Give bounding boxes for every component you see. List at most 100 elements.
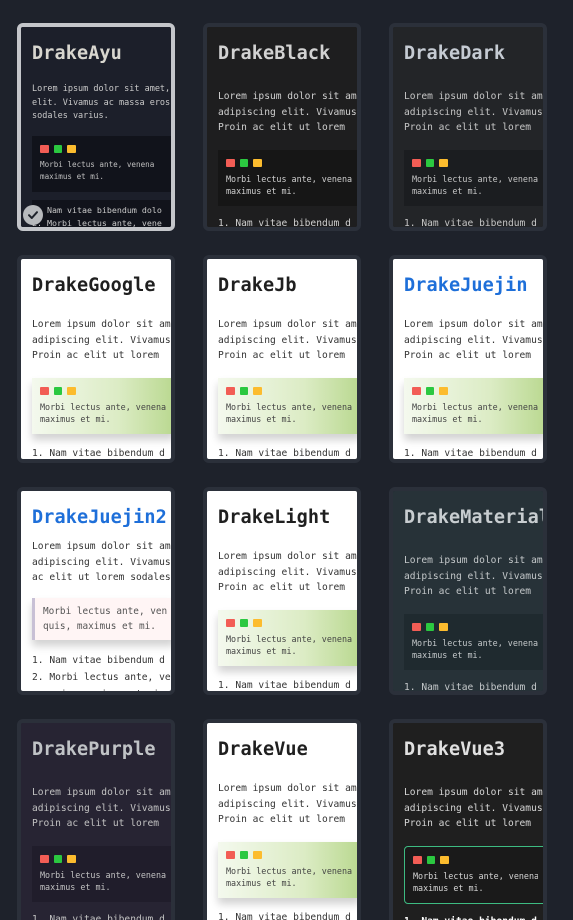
preview-paragraph: Lorem ipsum dolor sit amet, elit. Vivamu… — [32, 84, 171, 121]
theme-card-drakedark[interactable]: DrakeDark Lorem ipsum dolor sit amet, ad… — [389, 23, 547, 231]
preview-code-text: Morbi lectus ante, venena maximus et mi. — [412, 638, 539, 660]
theme-title: DrakeJuejin2 — [32, 507, 167, 528]
preview-code-block: Morbi lectus ante, venena maximus et mi. — [218, 149, 357, 206]
theme-preview: DrakeLight Lorem ipsum dolor sit amet, a… — [207, 491, 357, 691]
window-dots — [226, 158, 353, 167]
red-dot-icon — [40, 386, 49, 395]
yellow-dot-icon — [253, 386, 262, 395]
preview-list: 1. Nam vitae bibendum dolo 2. Morbi lect… — [32, 200, 171, 227]
preview-code-text: Morbi lectus ante, venena maximus et mi. — [226, 634, 353, 656]
theme-preview: DrakeGoogle Lorem ipsum dolor sit amet, … — [21, 259, 171, 459]
red-dot-icon — [226, 850, 235, 859]
theme-preview: DrakeJuejin Lorem ipsum dolor sit amet, … — [393, 259, 543, 459]
red-dot-icon — [226, 618, 235, 627]
preview-list: 1. Nam vitae bibendum d — [218, 912, 351, 920]
yellow-dot-icon — [439, 622, 448, 631]
preview-code-text: Morbi lectus ante, venena maximus et mi. — [412, 174, 539, 196]
green-dot-icon — [425, 158, 434, 167]
window-dots — [412, 158, 539, 167]
theme-card-drakejuejin2[interactable]: DrakeJuejin2 Lorem ipsum dolor sit am ad… — [17, 487, 175, 695]
preview-code-block: Morbi lectus ante, venena maximus et mi. — [404, 613, 543, 670]
theme-title: DrakeAyu — [32, 43, 122, 64]
preview-list: 1. Nam vitae bibendum d 2. Morbi lectus … — [32, 654, 171, 692]
yellow-dot-icon — [67, 144, 76, 153]
preview-code-block: Morbi lectus ante, venena maximus et mi. — [404, 845, 543, 904]
theme-card-drakeayu[interactable]: DrakeAyu Lorem ipsum dolor sit amet, eli… — [17, 23, 175, 231]
yellow-dot-icon — [440, 855, 449, 864]
preview-paragraph: Lorem ipsum dolor sit amet, adipiscing e… — [218, 551, 357, 593]
window-dots — [413, 855, 538, 864]
window-dots — [226, 618, 353, 627]
preview-code-block: Morbi lectus ante, venena maximus et mi. — [32, 377, 171, 434]
red-dot-icon — [226, 386, 235, 395]
theme-title: DrakePurple — [32, 739, 156, 760]
preview-list: 1. Nam vitae bibendum d — [32, 914, 165, 920]
green-dot-icon — [53, 144, 62, 153]
preview-list: 1. Nam vitae bibendum d — [218, 680, 351, 691]
preview-code-block: Morbi lectus ante, venena maximus et mi. — [404, 149, 543, 206]
yellow-dot-icon — [439, 158, 448, 167]
red-dot-icon — [413, 855, 422, 864]
theme-card-drakevue[interactable]: DrakeVue Lorem ipsum dolor sit amet, adi… — [203, 719, 361, 920]
theme-card-drakelight[interactable]: DrakeLight Lorem ipsum dolor sit amet, a… — [203, 487, 361, 695]
check-circle-icon — [23, 205, 43, 225]
preview-paragraph: Lorem ipsum dolor sit amet, adipiscing e… — [218, 783, 357, 825]
theme-title: DrakeGoogle — [32, 275, 156, 296]
preview-paragraph: Lorem ipsum dolor sit amet, adipiscing e… — [218, 91, 357, 133]
preview-code-block: Morbi lectus ante, venena maximus et mi. — [32, 845, 171, 902]
window-dots — [226, 850, 353, 859]
theme-preview: DrakeJb Lorem ipsum dolor sit amet, adip… — [207, 259, 357, 459]
yellow-dot-icon — [67, 854, 76, 863]
theme-preview: DrakeMaterial Lorem ipsum dolor sit amet… — [393, 491, 543, 691]
preview-code-text: Morbi lectus ante, venena maximus et mi. — [226, 402, 353, 424]
yellow-dot-icon — [439, 386, 448, 395]
green-dot-icon — [425, 386, 434, 395]
yellow-dot-icon — [253, 618, 262, 627]
theme-card-drakegoogle[interactable]: DrakeGoogle Lorem ipsum dolor sit amet, … — [17, 255, 175, 463]
window-dots — [40, 854, 167, 863]
theme-preview: DrakeDark Lorem ipsum dolor sit amet, ad… — [393, 27, 543, 227]
preview-list: 1. Nam vitae bibendum d — [32, 448, 165, 459]
red-dot-icon — [412, 622, 421, 631]
preview-code-block: Morbi lectus ante, venena maximus et mi. — [218, 609, 357, 666]
green-dot-icon — [426, 855, 435, 864]
preview-code-text: Morbi lectus ante, venena maximus et mi. — [40, 160, 155, 181]
theme-title: DrakeVue3 — [404, 739, 506, 760]
theme-title: DrakeVue — [218, 739, 308, 760]
preview-code-block: Morbi lectus ante, venena maximus et mi. — [32, 135, 171, 192]
theme-card-drakevue3[interactable]: DrakeVue3 Lorem ipsum dolor sit amet, ad… — [389, 719, 547, 920]
theme-card-drakematerial[interactable]: DrakeMaterial Lorem ipsum dolor sit amet… — [389, 487, 547, 695]
theme-preview: DrakeBlack Lorem ipsum dolor sit amet, a… — [207, 27, 357, 227]
green-dot-icon — [239, 386, 248, 395]
red-dot-icon — [40, 854, 49, 863]
red-dot-icon — [412, 386, 421, 395]
window-dots — [40, 386, 167, 395]
preview-paragraph: Lorem ipsum dolor sit amet, adipiscing e… — [32, 319, 171, 361]
window-dots — [226, 386, 353, 395]
window-dots — [412, 386, 539, 395]
theme-card-drakejuejin[interactable]: DrakeJuejin Lorem ipsum dolor sit amet, … — [389, 255, 547, 463]
theme-preview: DrakeAyu Lorem ipsum dolor sit amet, eli… — [21, 27, 171, 227]
theme-card-drakejb[interactable]: DrakeJb Lorem ipsum dolor sit amet, adip… — [203, 255, 361, 463]
theme-card-drakepurple[interactable]: DrakePurple Lorem ipsum dolor sit amet, … — [17, 719, 175, 920]
preview-code-text: Morbi lectus ante, venena maximus et mi. — [40, 402, 167, 424]
preview-paragraph: Lorem ipsum dolor sit amet, adipiscing e… — [404, 787, 543, 829]
preview-paragraph: Lorem ipsum dolor sit amet, adipiscing e… — [218, 319, 357, 361]
yellow-dot-icon — [253, 158, 262, 167]
red-dot-icon — [40, 144, 49, 153]
window-dots — [412, 622, 539, 631]
red-dot-icon — [226, 158, 235, 167]
green-dot-icon — [53, 854, 62, 863]
window-dots — [40, 144, 167, 153]
green-dot-icon — [239, 618, 248, 627]
theme-card-drakeblack[interactable]: DrakeBlack Lorem ipsum dolor sit amet, a… — [203, 23, 361, 231]
preview-list: 1. Nam vitae bibendum d — [218, 448, 351, 459]
theme-title: DrakeJuejin — [404, 275, 528, 296]
green-dot-icon — [425, 622, 434, 631]
theme-preview: DrakeVue3 Lorem ipsum dolor sit amet, ad… — [393, 723, 543, 920]
preview-code-text: Morbi lectus ante, venena maximus et mi. — [40, 870, 167, 892]
preview-list: 1. Nam vitae bibendum d — [404, 682, 537, 691]
preview-list: 1. Nam vitae bibendum d — [218, 218, 351, 227]
theme-title: DrakeJb — [218, 275, 297, 296]
theme-title: DrakeLight — [218, 507, 331, 528]
